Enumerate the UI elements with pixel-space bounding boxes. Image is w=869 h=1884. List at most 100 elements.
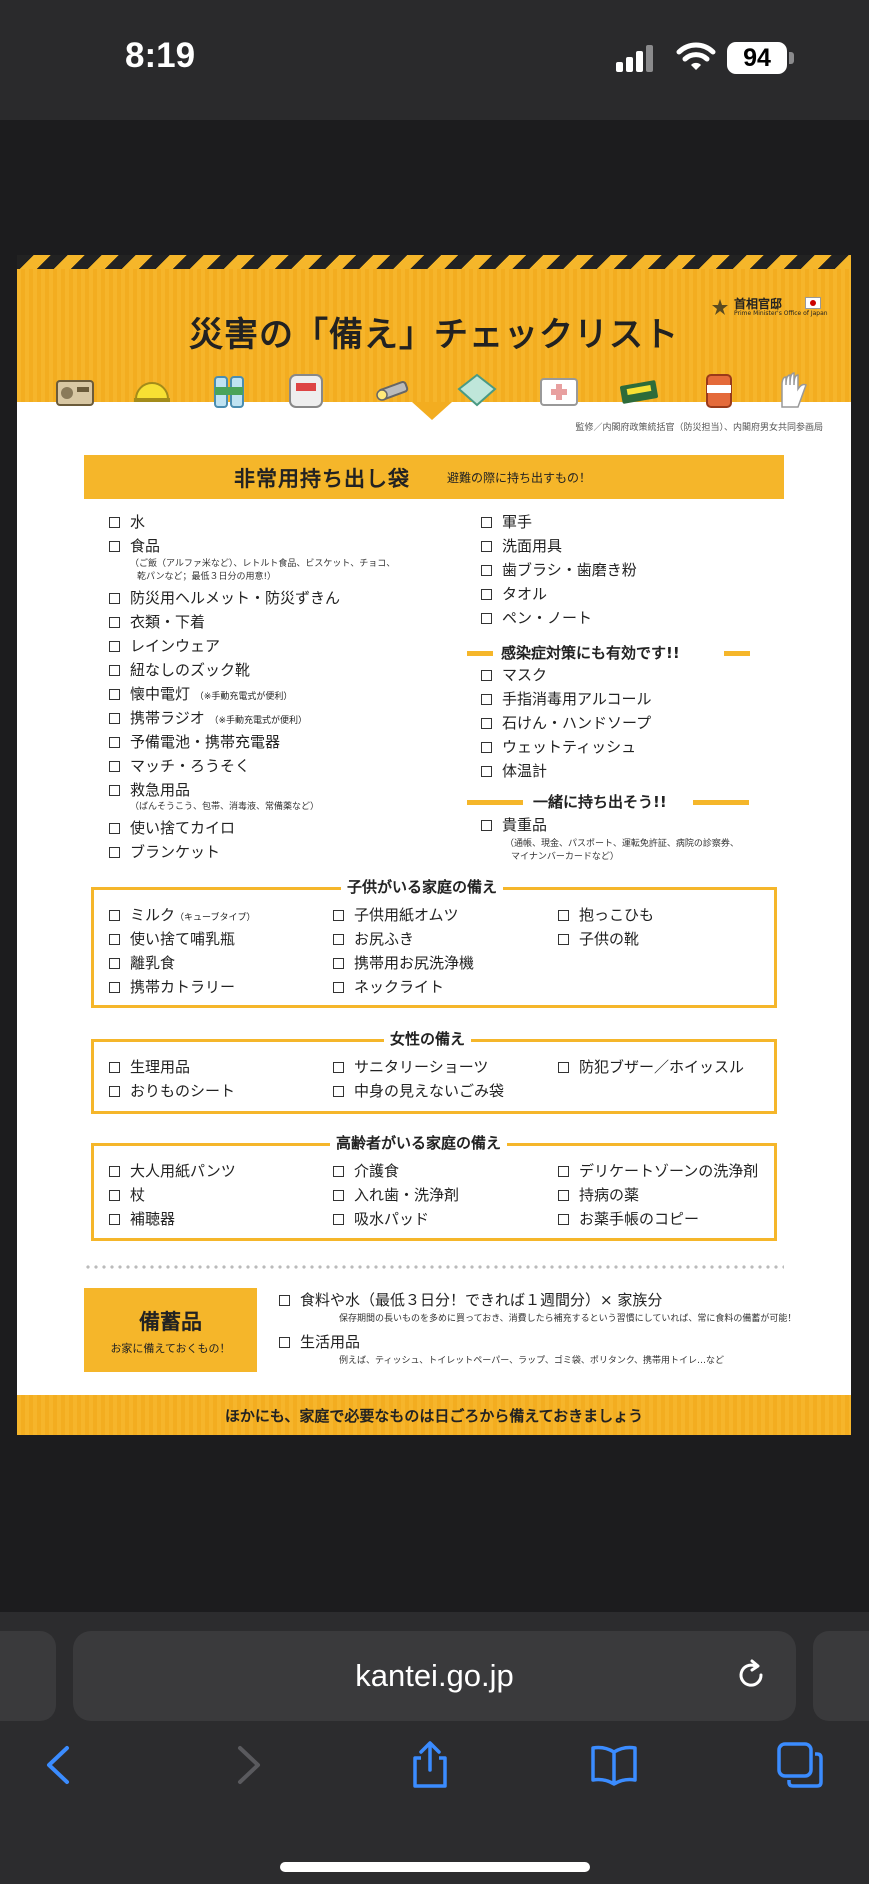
previous-tab-preview[interactable] — [0, 1631, 56, 1721]
checkbox — [333, 1062, 344, 1073]
logo-en: Prime Minister's Office of Japan — [734, 310, 828, 317]
checklist-item: マスク — [481, 665, 547, 685]
checkbox — [481, 589, 492, 600]
checklist-item: ペン・ノート — [481, 608, 592, 628]
checklist-item: 吸水パッド — [333, 1209, 429, 1229]
emergency-bag-subtitle: 避難の際に持ち出すもの！ — [447, 471, 592, 485]
forward-icon[interactable] — [222, 1740, 272, 1790]
checkbox — [109, 982, 120, 993]
checkbox — [109, 689, 120, 700]
checkbox — [558, 1214, 569, 1225]
checklist-item: 大人用紙パンツ — [109, 1161, 236, 1181]
checkbox — [481, 718, 492, 729]
stockpile-note: 保存期間の長いものを多めに買っておき、消費したら補充するという習慣にしていれば、… — [339, 1314, 797, 1324]
flashlight-icon — [376, 381, 409, 401]
checkbox — [109, 593, 120, 604]
checkbox — [481, 742, 492, 753]
checkbox — [109, 910, 120, 921]
dotted-divider — [84, 1265, 784, 1269]
subhead-rule — [467, 651, 493, 656]
japan-flag-icon — [805, 297, 821, 309]
checklist-item: 介護食 — [333, 1161, 399, 1181]
checklist-item: 予備電池・携帯充電器 — [109, 732, 280, 752]
checkbox — [333, 1190, 344, 1201]
checkbox — [333, 1086, 344, 1097]
children-title: 子供がいる家庭の備え — [341, 876, 504, 897]
checkbox — [109, 1062, 120, 1073]
checklist-item: 中身の見えないごみ袋 — [333, 1081, 504, 1101]
valuables-note: （通帳、現金、パスポート、運転免許証、病院の診察券、 — [505, 839, 739, 849]
checklist-item: お尻ふき — [333, 929, 414, 949]
subhead-rule — [467, 800, 523, 805]
share-icon[interactable] — [405, 1740, 455, 1790]
checklist-item: 抱っこひも — [558, 905, 654, 925]
checklist-item: ネックライト — [333, 977, 444, 997]
checklist-item: マッチ・ろうそく — [109, 756, 250, 776]
stockpile-title: 備蓄品 — [139, 1310, 202, 1334]
stockpile-subtitle: お家に備えておくもの！ — [110, 1342, 231, 1355]
battery-tip — [789, 52, 794, 64]
checklist-item: 衣類・下着 — [109, 612, 205, 632]
checklist-item: 防犯ブザー／ホイッスル — [558, 1057, 744, 1077]
checkbox — [333, 1214, 344, 1225]
checkbox — [109, 617, 120, 628]
footer-text: ほかにも、家庭で必要なものは日ごろから備えておきましょう — [224, 1407, 644, 1425]
checkbox — [109, 737, 120, 748]
reload-icon[interactable] — [733, 1657, 769, 1693]
checklist-item: 手指消毒用アルコール — [481, 689, 652, 709]
checkbox — [481, 613, 492, 624]
checklist-item: 水 — [109, 512, 145, 532]
browser-toolbar: kantei.go.jp — [0, 1612, 869, 1884]
water-bottles-icon — [214, 376, 244, 408]
checklist-document: 災害の「備え」チェックリスト 首相官邸 Prime Minister's Off… — [17, 255, 851, 1435]
checklist-item: ウェットティッシュ — [481, 737, 636, 757]
checklist-item: 子供用紙オムツ — [333, 905, 459, 925]
canned-food-icon — [706, 374, 732, 408]
checkbox — [109, 541, 120, 552]
address-bar[interactable]: kantei.go.jp — [73, 1631, 796, 1721]
first-aid-note: （ばんそうこう、包帯、消毒液、常備薬など） — [130, 802, 320, 812]
checklist-item: 離乳食 — [109, 953, 175, 973]
checkbox — [333, 910, 344, 921]
checkbox — [109, 847, 120, 858]
checkbox — [481, 670, 492, 681]
checklist-item: 携帯カトラリー — [109, 977, 235, 997]
checkbox — [558, 910, 569, 921]
checklist-item: 石けん・ハンドソープ — [481, 713, 651, 733]
bookmarks-icon[interactable] — [589, 1740, 639, 1790]
checklist-item: 貴重品 — [481, 815, 547, 835]
food-note: （ご飯（アルファ米など）、レトルト食品、ビスケット、チョコ、 — [130, 559, 396, 569]
gloves-icon — [781, 372, 807, 408]
checkbox — [558, 1190, 569, 1201]
checkbox — [558, 934, 569, 945]
checklist-item: お薬手帳のコピー — [558, 1209, 699, 1229]
checklist-item: ブランケット — [109, 842, 220, 862]
checklist-item: 携帯ラジオ （※手動充電式が便利） — [109, 708, 307, 731]
status-bar: 8:19 94 — [0, 0, 869, 120]
status-time: 8:19 — [125, 36, 196, 75]
home-indicator[interactable] — [280, 1862, 590, 1872]
back-icon[interactable] — [35, 1740, 85, 1790]
first-aid-kit-icon — [540, 378, 578, 406]
tabs-icon[interactable] — [775, 1740, 825, 1790]
together-title: 一緒に持ち出そう!! — [533, 793, 667, 811]
checkbox — [481, 517, 492, 528]
checklist-item: おりものシート — [109, 1081, 235, 1101]
checklist-item: 懐中電灯 （※手動充電式が便利） — [109, 684, 292, 707]
checkbox — [333, 1166, 344, 1177]
header-pointer — [412, 402, 452, 420]
checklist-item: デリケートゾーンの洗浄剤 — [558, 1161, 758, 1181]
emergency-bag-header: 非常用持ち出し袋 避難の際に持ち出すもの！ — [84, 455, 784, 499]
women-title: 女性の備え — [384, 1028, 472, 1049]
next-tab-preview[interactable] — [813, 1631, 869, 1721]
checklist-item: レインウェア — [109, 636, 220, 656]
emergency-bag-icon — [289, 374, 323, 408]
checkbox — [109, 1214, 120, 1225]
stockpile-label: 備蓄品 お家に備えておくもの！ — [84, 1288, 257, 1372]
food-pack-icon — [457, 373, 497, 407]
paulownia-crest-icon — [712, 299, 728, 315]
checkbox — [333, 958, 344, 969]
emergency-bag-title: 非常用持ち出し袋 — [234, 467, 410, 491]
helmet-icon — [134, 382, 170, 402]
document-footer: ほかにも、家庭で必要なものは日ごろから備えておきましょう — [17, 1395, 851, 1435]
